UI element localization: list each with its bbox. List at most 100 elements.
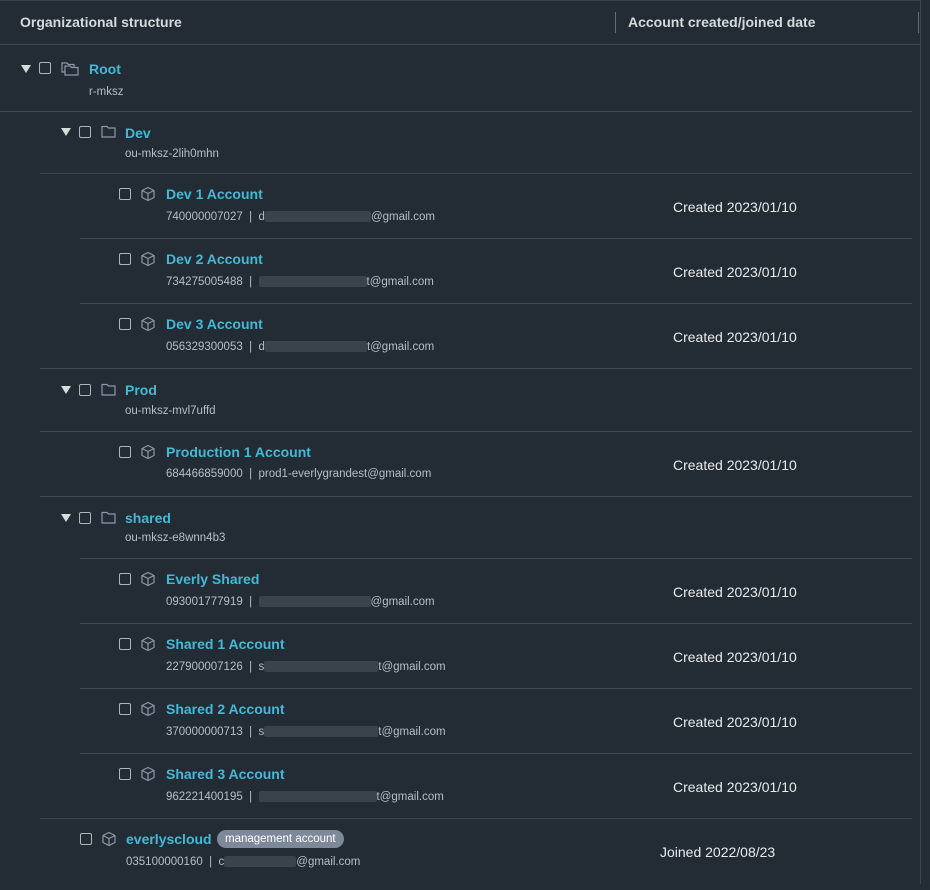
account-name[interactable]: Everly Shared xyxy=(166,571,259,587)
account-details: 740000007027 | d @gmail.com xyxy=(166,211,436,223)
org-structure-table: Organizational structure Account created… xyxy=(0,0,921,884)
select-checkbox[interactable] xyxy=(79,384,91,396)
row-divider xyxy=(40,431,912,432)
account-email: t@gmail.com xyxy=(366,341,435,353)
expand-caret-icon[interactable] xyxy=(21,65,31,73)
account-number: 962221400195 xyxy=(166,791,243,803)
account-cube-icon xyxy=(141,766,155,782)
account-cube-icon xyxy=(141,571,155,587)
select-checkbox[interactable] xyxy=(39,62,51,74)
account-name[interactable]: Shared 1 Account xyxy=(166,636,285,652)
account-number: 035100000160 xyxy=(126,856,203,868)
account-details: 093001777919 | @gmail.com xyxy=(166,596,435,608)
select-checkbox[interactable] xyxy=(119,573,131,585)
select-checkbox[interactable] xyxy=(119,253,131,265)
folder-icon xyxy=(101,511,116,524)
redacted-email xyxy=(264,661,379,673)
account-email: @gmail.com xyxy=(370,211,436,223)
expand-caret-icon[interactable] xyxy=(61,514,71,522)
select-checkbox[interactable] xyxy=(119,188,131,200)
column-resizer[interactable] xyxy=(918,12,919,33)
account-cube-icon xyxy=(141,316,155,332)
account-name[interactable]: Dev 3 Account xyxy=(166,316,263,332)
account-details: 227900007126 | s t@gmail.com xyxy=(166,661,446,673)
account-name[interactable]: Shared 2 Account xyxy=(166,701,285,717)
root-folder-icon xyxy=(61,62,79,76)
email-prefix: d xyxy=(258,341,265,353)
row-divider xyxy=(80,558,912,559)
account-date: Created 2023/01/10 xyxy=(673,199,797,215)
select-checkbox[interactable] xyxy=(119,638,131,650)
account-details: 962221400195 | t@gmail.com xyxy=(166,791,444,803)
row-divider xyxy=(40,173,912,174)
select-checkbox[interactable] xyxy=(79,126,91,138)
row-divider xyxy=(80,753,912,754)
account-date: Created 2023/01/10 xyxy=(673,457,797,473)
account-number: 734275005488 xyxy=(166,276,243,288)
redacted-email xyxy=(258,596,371,608)
ou-id: ou-mksz-mvl7uffd xyxy=(125,405,216,417)
redacted-email xyxy=(258,791,377,803)
select-checkbox[interactable] xyxy=(119,318,131,330)
row-divider xyxy=(40,818,912,819)
account-email: @gmail.com xyxy=(296,856,361,868)
redacted-email xyxy=(224,856,297,868)
root-id: r-mksz xyxy=(89,86,124,98)
folder-icon xyxy=(101,383,116,396)
folder-icon xyxy=(101,125,116,138)
ou-name[interactable]: Dev xyxy=(125,125,151,141)
account-number: 227900007126 xyxy=(166,661,243,673)
expand-caret-icon[interactable] xyxy=(61,128,71,136)
account-details: 734275005488 | t@gmail.com xyxy=(166,276,434,288)
account-details: 370000000713 | s t@gmail.com xyxy=(166,726,446,738)
root-name[interactable]: Root xyxy=(89,61,121,77)
redacted-email xyxy=(264,726,379,738)
account-date: Created 2023/01/10 xyxy=(673,779,797,795)
select-checkbox[interactable] xyxy=(79,512,91,524)
ou-id: ou-mksz-2lih0mhn xyxy=(125,148,219,160)
account-cube-icon xyxy=(141,636,155,652)
redacted-email xyxy=(258,276,367,288)
account-number: 740000007027 xyxy=(166,211,243,223)
account-cube-icon xyxy=(141,251,155,267)
account-cube-icon xyxy=(102,831,116,847)
account-number: 093001777919 xyxy=(166,596,243,608)
row-divider xyxy=(80,238,912,239)
account-email: @gmail.com xyxy=(370,596,435,608)
account-number: 056329300053 xyxy=(166,341,243,353)
account-date: Created 2023/01/10 xyxy=(673,329,797,345)
account-name[interactable]: Dev 1 Account xyxy=(166,186,263,202)
select-checkbox[interactable] xyxy=(119,703,131,715)
account-date: Created 2023/01/10 xyxy=(673,584,797,600)
account-cube-icon xyxy=(141,444,155,460)
account-name[interactable]: Production 1 Account xyxy=(166,444,311,460)
account-name[interactable]: everlyscloud xyxy=(126,831,212,847)
account-details: 035100000160 | c @gmail.com xyxy=(126,856,361,868)
redacted-email xyxy=(264,341,367,353)
ou-name[interactable]: Prod xyxy=(125,382,157,398)
account-date: Created 2023/01/10 xyxy=(673,714,797,730)
account-email: prod1-everlygrandest@gmail.com xyxy=(258,468,432,480)
account-date: Created 2023/01/10 xyxy=(673,649,797,665)
row-divider xyxy=(80,688,912,689)
account-email: t@gmail.com xyxy=(378,661,446,673)
column-header-structure[interactable]: Organizational structure xyxy=(20,14,182,30)
expand-caret-icon[interactable] xyxy=(61,386,71,394)
column-header-date[interactable]: Account created/joined date xyxy=(628,14,815,30)
management-account-badge: management account xyxy=(217,830,344,848)
row-divider xyxy=(80,303,912,304)
account-number: 370000000713 xyxy=(166,726,243,738)
account-number: 684466859000 xyxy=(166,468,243,480)
account-cube-icon xyxy=(141,186,155,202)
row-divider xyxy=(0,111,912,112)
ou-name[interactable]: shared xyxy=(125,510,171,526)
account-email: t@gmail.com xyxy=(376,791,444,803)
select-checkbox[interactable] xyxy=(80,833,92,845)
account-email: t@gmail.com xyxy=(378,726,446,738)
select-checkbox[interactable] xyxy=(119,446,131,458)
account-name[interactable]: Dev 2 Account xyxy=(166,251,263,267)
column-resizer[interactable] xyxy=(615,12,616,33)
account-name[interactable]: Shared 3 Account xyxy=(166,766,285,782)
select-checkbox[interactable] xyxy=(119,768,131,780)
account-date: Joined 2022/08/23 xyxy=(660,844,776,860)
